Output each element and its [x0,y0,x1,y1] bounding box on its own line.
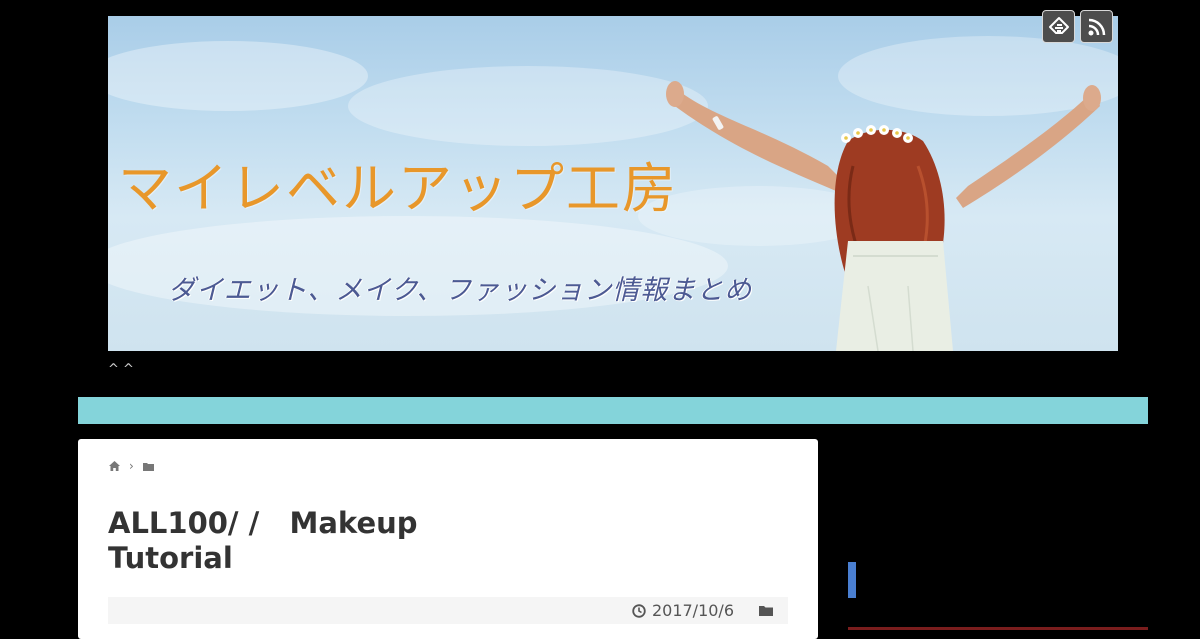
post-date: 2017/10/6 [651,601,734,620]
home-icon[interactable] [108,460,121,472]
folder-icon[interactable] [758,604,774,617]
clock-icon [632,603,646,618]
header-banner[interactable]: マイレベルアップ工房 ダイエット、メイク、ファッション情報まとめ [108,16,1118,351]
feedly-button[interactable] [1042,10,1075,43]
breadcrumb: › [108,459,155,473]
global-nav-bar [78,397,1148,424]
site-title[interactable]: マイレベルアップ工房 [118,144,678,223]
post-title: ALL100/ / Makeup Tutorial [108,506,418,575]
folder-icon[interactable] [142,461,155,472]
rss-icon [1088,18,1105,35]
sidebar-heading-accent [848,562,856,598]
rss-button[interactable] [1080,10,1113,43]
main-content-card: › ALL100/ / Makeup Tutorial 2017/10/6 [78,439,818,639]
site-tagline: ^ ^ [108,362,134,377]
site-subtitle: ダイエット、メイク、ファッション情報まとめ [168,275,753,306]
feedly-icon [1048,16,1069,34]
breadcrumb-separator: › [129,459,134,473]
post-meta-bar: 2017/10/6 [108,597,788,624]
